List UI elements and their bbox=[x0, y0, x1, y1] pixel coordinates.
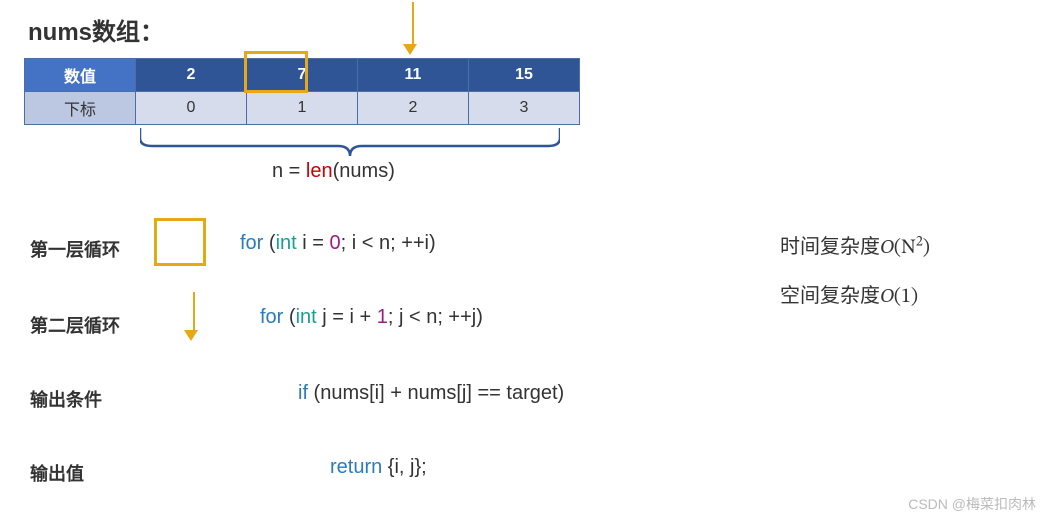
index-cell: 2 bbox=[358, 92, 469, 125]
row-header-indices: 下标 bbox=[25, 92, 136, 125]
code-loop1: for (int i = 0; i < n; ++i) bbox=[240, 232, 436, 255]
pointer-arrow-mid bbox=[190, 292, 198, 341]
code-loop2: for (int j = i + 1; j < n; ++j) bbox=[260, 306, 483, 329]
label-loop2: 第二层循环 bbox=[30, 312, 120, 338]
watermark: CSDN @梅菜扣肉林 bbox=[908, 494, 1036, 514]
highlight-box bbox=[244, 51, 308, 93]
title: nums数组： bbox=[28, 12, 164, 47]
len-lhs: n = bbox=[272, 160, 306, 182]
brace-icon bbox=[140, 128, 560, 156]
len-fn: len bbox=[306, 160, 333, 182]
value-cell: 11 bbox=[358, 59, 469, 92]
index-cell: 1 bbox=[247, 92, 358, 125]
label-out: 输出值 bbox=[30, 460, 84, 486]
code-cond: if (nums[i] + nums[j] == target) bbox=[298, 382, 564, 405]
space-complexity: 空间复杂度O(1) bbox=[780, 279, 930, 310]
value-cell: 2 bbox=[136, 59, 247, 92]
index-cell: 0 bbox=[136, 92, 247, 125]
len-args: (nums) bbox=[333, 160, 395, 182]
len-expression: n = len(nums) bbox=[272, 160, 395, 183]
label-loop1: 第一层循环 bbox=[30, 236, 120, 262]
table-row-indices: 下标 0 1 2 3 bbox=[25, 92, 580, 125]
time-complexity: 时间复杂度O(N2) bbox=[780, 230, 930, 261]
complexity-block: 时间复杂度O(N2) 空间复杂度O(1) bbox=[780, 230, 930, 328]
value-cell: 15 bbox=[469, 59, 580, 92]
code-return: return {i, j}; bbox=[330, 456, 427, 479]
pointer-arrow-top bbox=[409, 2, 417, 55]
index-cell: 3 bbox=[469, 92, 580, 125]
row-header-values: 数值 bbox=[25, 59, 136, 92]
highlight-box-loop bbox=[154, 218, 206, 266]
label-cond: 输出条件 bbox=[30, 386, 102, 412]
